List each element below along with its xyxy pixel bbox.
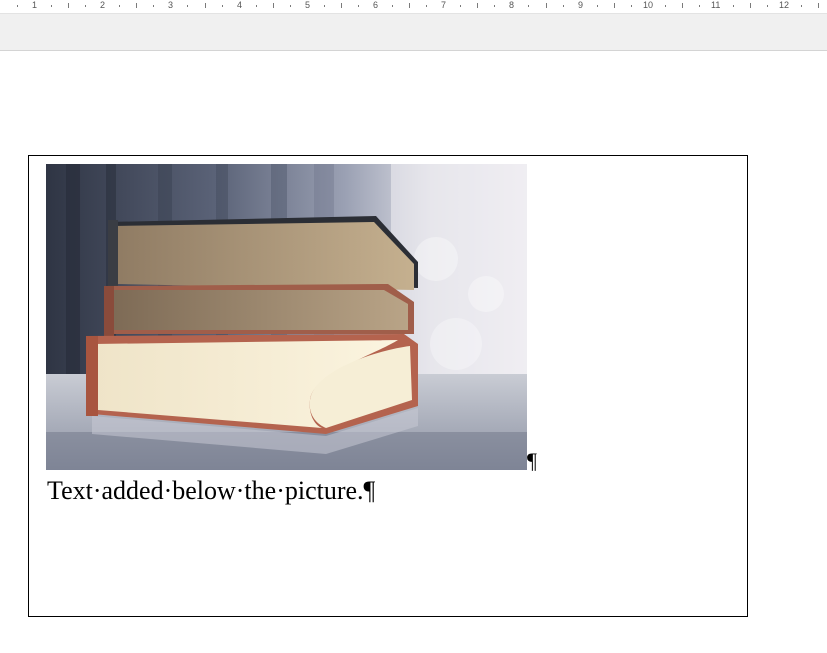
ruler-tick [801, 5, 802, 7]
ruler-number: 9 [578, 0, 584, 10]
ruler-tick [733, 5, 734, 7]
book-stack-image [46, 164, 527, 470]
ruler-tick [187, 5, 188, 7]
ruler-tick [409, 3, 410, 8]
ruler-number: 8 [509, 0, 515, 10]
ruler-tick [665, 5, 666, 7]
ruler-tick [614, 3, 615, 8]
ruler-tick [17, 5, 18, 7]
ruler-tick [51, 5, 52, 7]
ruler-number: 1 [32, 0, 38, 10]
ruler-tick [119, 5, 120, 7]
ruler-tick [358, 5, 359, 7]
ruler-tick [494, 5, 495, 7]
ruler-tick [222, 5, 223, 7]
ruler-tick [477, 3, 478, 8]
document-paragraph[interactable]: Text·added·below·the·picture.¶ [47, 476, 375, 506]
ruler-tick [341, 3, 342, 8]
ruler-tick [205, 3, 206, 8]
horizontal-ruler[interactable]: 1 2 3 4 5 6 7 8 9 10 11 12 [0, 0, 827, 14]
ruler-number: 5 [305, 0, 311, 10]
ribbon-strip [0, 14, 827, 51]
ruler-tick [750, 3, 751, 8]
ruler-number: 6 [373, 0, 379, 10]
ruler-tick [324, 5, 325, 7]
ruler-number: 11 [711, 0, 721, 10]
ruler-tick [818, 3, 819, 8]
ruler-number: 4 [237, 0, 243, 10]
ruler-tick [546, 3, 547, 8]
ruler-tick [290, 5, 291, 7]
ruler-tick [85, 5, 86, 7]
ruler-tick [767, 5, 768, 7]
ruler-tick [631, 5, 632, 7]
ruler-number: 10 [643, 0, 654, 10]
ruler-tick [68, 3, 69, 8]
book-stack-picture[interactable] [46, 164, 527, 470]
ruler-tick [597, 5, 598, 7]
ruler-tick [392, 5, 393, 7]
ruler-tick [528, 5, 529, 7]
ruler-tick [136, 3, 137, 8]
ruler-tick [682, 3, 683, 8]
ruler-number: 12 [779, 0, 790, 10]
ruler-number: 7 [441, 0, 447, 10]
ruler-tick [460, 5, 461, 7]
ruler-number: 2 [100, 0, 106, 10]
ruler-number: 3 [168, 0, 174, 10]
ruler-tick [153, 5, 154, 7]
ruler-tick [273, 3, 274, 8]
ruler-tick [426, 5, 427, 7]
ruler-tick [256, 5, 257, 7]
ruler-tick [563, 5, 564, 7]
ruler-tick [699, 5, 700, 7]
paragraph-mark: ¶ [527, 448, 537, 473]
